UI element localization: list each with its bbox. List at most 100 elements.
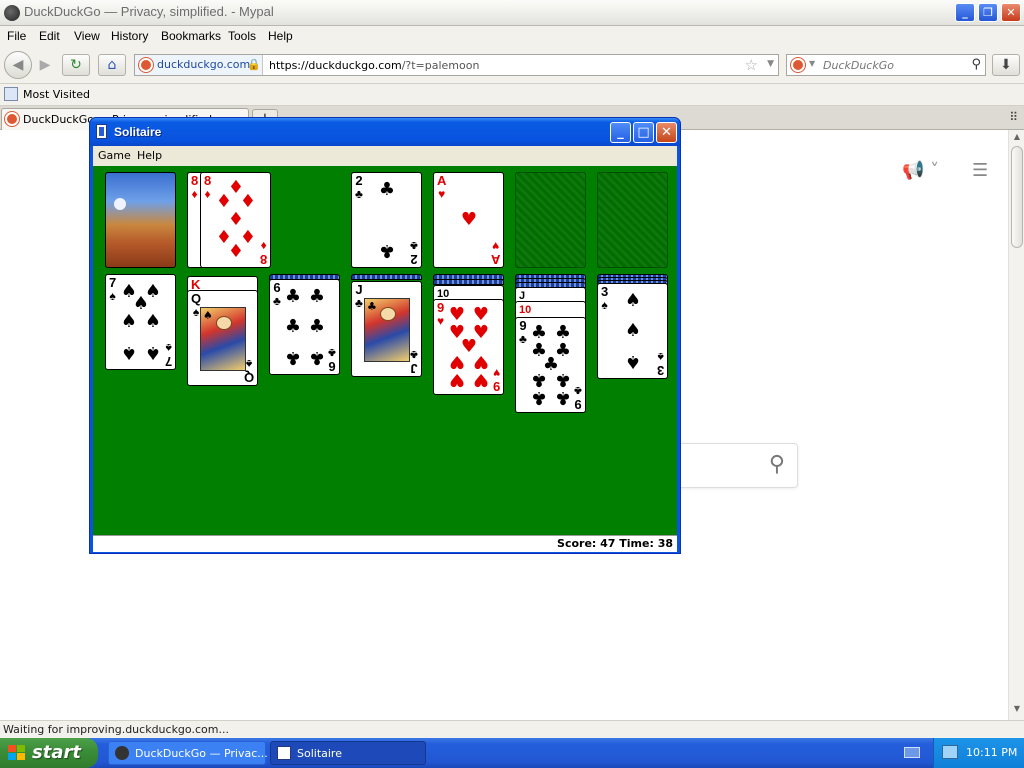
- menu-bookmarks[interactable]: Bookmarks: [161, 29, 221, 43]
- face-head: [216, 316, 232, 330]
- hamburger-menu-icon[interactable]: ☰: [972, 160, 988, 181]
- forward-button[interactable]: ▶: [34, 55, 56, 75]
- download-arrow-icon: ⬇: [1000, 57, 1012, 73]
- spade-pip-icon: ♠: [624, 290, 642, 311]
- tableau-6-peek2-index: 10: [519, 304, 532, 316]
- vertical-scrollbar[interactable]: ▲ ▼: [1008, 130, 1024, 720]
- site-identity-button[interactable]: duckduckgo.com 🔒: [135, 55, 263, 75]
- menu-edit[interactable]: Edit: [39, 29, 60, 43]
- tableau-6-index: 9 ♣: [519, 318, 527, 346]
- heart-pip-icon: ♥: [472, 369, 490, 390]
- solitaire-close-button[interactable]: ✕: [656, 122, 677, 143]
- forward-arrow-icon: ▶: [39, 57, 51, 73]
- menu-view[interactable]: View: [74, 29, 100, 43]
- solitaire-window: Solitaire _ □ ✕ Game Help 8 ♦ 8 ♦ ♦ ♦ ♦ ♦ …: [89, 117, 681, 554]
- search-input[interactable]: [823, 57, 963, 73]
- browser-title-bar: DuckDuckGo — Privacy, simplified. - Mypa…: [0, 0, 1024, 26]
- tableau-5-index: 9 ♥: [437, 300, 445, 328]
- tab-favicon-icon: [5, 112, 19, 126]
- tableau-1-index-bottom: 7 ♠: [164, 341, 172, 369]
- reload-icon: ↻: [70, 57, 82, 73]
- tableau-2-top-card[interactable]: Q ♠ ♠ Q ♠: [187, 290, 258, 386]
- club-pip-icon: ♣: [284, 286, 302, 307]
- waste-top-index: 8 ♦: [204, 173, 212, 201]
- search-magnifier-icon[interactable]: ⚲: [769, 452, 785, 477]
- solitaire-menu-help[interactable]: Help: [137, 149, 162, 162]
- back-button[interactable]: ◀: [4, 51, 32, 79]
- url-host: https://duckduckgo.com: [269, 59, 402, 72]
- foundation-2-card[interactable]: A ♥ ♥ A ♥: [433, 172, 504, 268]
- close-icon: ✕: [661, 125, 672, 140]
- url-history-dropdown-icon[interactable]: ▼: [767, 59, 774, 69]
- bookmarks-toolbar: Most Visited: [0, 84, 1024, 106]
- search-engine-icon[interactable]: [791, 58, 805, 72]
- solitaire-maximize-button[interactable]: □: [633, 122, 654, 143]
- scroll-down-icon[interactable]: ▼: [1011, 704, 1023, 718]
- reload-button[interactable]: ↻: [62, 54, 90, 76]
- search-bar[interactable]: ▼ ⚲: [786, 54, 986, 76]
- tableau-7-top-card[interactable]: 3 ♠ ♠ ♠ ♠ 3 ♠: [597, 283, 668, 379]
- tableau-5-top-card[interactable]: 9 ♥ ♥ ♥ ♥ ♥ ♥ ♥ ♥ ♥ ♥ 9 ♥: [433, 299, 504, 395]
- downloads-button[interactable]: ⬇: [992, 54, 1020, 76]
- queen-face-icon: ♠: [200, 307, 246, 371]
- tableau-6-top-card[interactable]: 9 ♣ ♣ ♣ ♣ ♣ ♣ ♣ ♣ ♣ ♣ 9 ♣: [515, 317, 586, 413]
- start-button[interactable]: start: [0, 738, 98, 768]
- close-button[interactable]: ✕: [1001, 3, 1021, 22]
- minimize-button[interactable]: _: [955, 3, 975, 22]
- bookmark-most-visited[interactable]: Most Visited: [23, 88, 90, 101]
- tableau-4-top-card[interactable]: J ♣ ♣ J ♣: [351, 281, 422, 377]
- club-pip-icon: ♣: [308, 286, 326, 307]
- megaphone-icon[interactable]: 📢 ˅: [902, 160, 939, 181]
- mypal-app-icon: [4, 5, 20, 21]
- menu-file[interactable]: File: [7, 29, 26, 43]
- heart-pip-icon: ♥: [448, 369, 466, 390]
- waste-card-top[interactable]: 8 ♦ ♦ ♦ ♦ ♦ ♦ ♦ ♦ 8 ♦: [200, 172, 271, 268]
- solitaire-status-bar: Score: 47 Time: 38: [93, 535, 677, 552]
- solitaire-menu-game[interactable]: Game: [98, 149, 131, 162]
- stock-pile[interactable]: [105, 172, 176, 268]
- taskbar-item-browser[interactable]: DuckDuckGo — Privac...: [108, 741, 268, 765]
- tab-groups-icon[interactable]: ⠿: [1009, 110, 1018, 124]
- network-icon[interactable]: [942, 745, 958, 759]
- solitaire-app-icon: [96, 124, 107, 139]
- scroll-up-icon[interactable]: ▲: [1011, 132, 1023, 146]
- menu-history[interactable]: History: [111, 29, 148, 43]
- foundation-4-empty[interactable]: [597, 172, 668, 268]
- home-button[interactable]: ⌂: [98, 54, 126, 76]
- tableau-1-top-card[interactable]: 7 ♠ ♠ ♠ ♠ ♠ ♠ ♠ ♠ 7 ♠: [105, 274, 176, 370]
- tableau-2-index-bottom: Q ♠: [243, 357, 254, 385]
- club-pip-icon: ♣: [284, 316, 302, 337]
- search-icon[interactable]: ⚲: [971, 57, 981, 72]
- face-head: [380, 307, 396, 321]
- club-pip-icon: ♣: [308, 316, 326, 337]
- tableau-4-index: J ♣: [355, 282, 363, 310]
- spade-pip-icon: ♠: [120, 342, 138, 363]
- tableau-4-hidden-card: [351, 274, 422, 280]
- restore-button[interactable]: ❐: [978, 3, 998, 22]
- search-engine-dropdown-icon[interactable]: ▼: [809, 59, 815, 68]
- scrollbar-thumb[interactable]: [1011, 146, 1023, 248]
- foundation-1-card[interactable]: 2 ♣ ♣ ♣ 2 ♣: [351, 172, 422, 268]
- face-club-icon: ♣: [367, 300, 377, 313]
- taskbar-item-solitaire-label: Solitaire: [297, 747, 342, 760]
- club-pip-icon: ♣: [530, 387, 548, 408]
- solitaire-minimize-button[interactable]: _: [610, 122, 631, 143]
- jack-face-icon: ♣: [364, 298, 410, 362]
- club-pip-icon: ♣: [308, 347, 326, 368]
- tableau-3-index-bottom: 6 ♣: [328, 346, 336, 374]
- taskbar-item-browser-label: DuckDuckGo — Privac...: [135, 747, 268, 760]
- taskbar-item-solitaire[interactable]: Solitaire: [270, 741, 426, 765]
- foundation-1-index: 2 ♣: [355, 173, 363, 201]
- browser-status-bar: Waiting for improving.duckduckgo.com...: [0, 720, 1024, 738]
- bookmark-star-icon[interactable]: ☆: [745, 56, 758, 74]
- back-arrow-icon: ◀: [12, 57, 24, 73]
- foundation-3-empty[interactable]: [515, 172, 586, 268]
- address-bar[interactable]: duckduckgo.com 🔒 https://duckduckgo.com/…: [134, 54, 779, 76]
- tableau-3-top-card[interactable]: 6 ♣ ♣ ♣ ♣ ♣ ♣ ♣ 6 ♣: [269, 279, 340, 375]
- tableau-3-index: 6 ♣: [273, 280, 281, 308]
- menu-help[interactable]: Help: [268, 29, 293, 43]
- solitaire-title-bar[interactable]: Solitaire _ □ ✕: [90, 118, 680, 146]
- keyboard-icon[interactable]: [904, 747, 920, 758]
- browser-menu-bar: File Edit View History Bookmarks Tools H…: [0, 26, 1024, 46]
- menu-tools[interactable]: Tools: [228, 29, 256, 43]
